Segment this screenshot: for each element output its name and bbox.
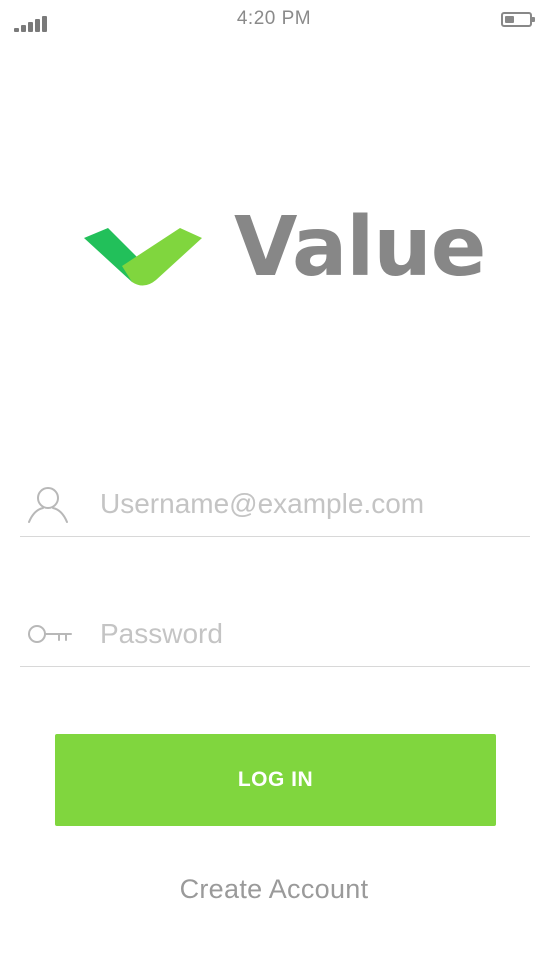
status-time: 4:20 PM: [236, 8, 312, 29]
logo-wordmark: Value: [234, 200, 486, 295]
checkmark-logo-icon: [84, 228, 202, 286]
password-input[interactable]: [100, 614, 520, 654]
battery-icon: [501, 12, 535, 27]
key-icon: [28, 625, 72, 643]
battery-level: [505, 16, 514, 23]
app-logo: Value: [84, 207, 486, 296]
password-field: [20, 610, 530, 667]
username-input[interactable]: [100, 484, 520, 524]
status-bar: 4:20 PM: [0, 0, 548, 44]
username-field: [20, 480, 530, 537]
user-icon: [28, 487, 68, 523]
login-button[interactable]: LOG IN: [55, 734, 496, 826]
create-account-link[interactable]: Create Account: [0, 874, 548, 905]
